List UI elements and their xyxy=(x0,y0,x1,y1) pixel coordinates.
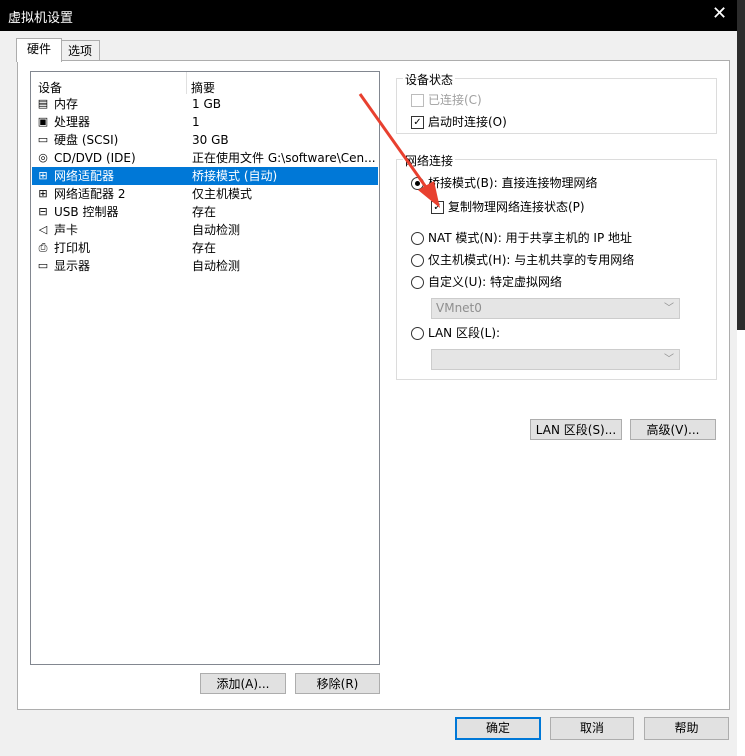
device-summary: 仅主机模式 xyxy=(192,187,253,201)
harddisk-icon: ▭ xyxy=(37,133,49,146)
processor-icon: ▣ xyxy=(37,115,49,128)
device-summary: 30 GB xyxy=(192,133,229,147)
remove-device-button[interactable]: 移除(R) xyxy=(295,673,380,694)
device-summary: 存在 xyxy=(192,241,217,255)
display-icon: ▭ xyxy=(37,259,49,272)
device-row[interactable]: ▣ 处理器 1 xyxy=(32,113,378,131)
device-row[interactable]: ◁ 声卡 自动检测 xyxy=(32,221,378,239)
connected-checkbox-box[interactable] xyxy=(411,94,424,107)
custom-network-select[interactable]: VMnet0 ﹀ xyxy=(431,298,680,319)
usb-icon: ⊟ xyxy=(38,205,48,218)
network-adapter-icon: ⊞ xyxy=(38,169,48,182)
device-summary: 桥接模式 (自动) xyxy=(192,169,278,183)
check-icon[interactable]: ✓ xyxy=(411,116,424,129)
lan-segment-select[interactable]: ﹀ xyxy=(431,349,680,370)
network-connection-group: 网络连接 桥接模式(B): 直接连接物理网络 ✓ 复制物理网络连接状态(P) N… xyxy=(396,152,717,380)
connect-on-start-label: 启动时连接(O) xyxy=(428,115,507,129)
network-adapter-icon: ⊞ xyxy=(38,187,48,200)
tab-hardware[interactable]: 硬件 xyxy=(16,38,62,62)
device-row[interactable]: ▭ 硬盘 (SCSI) 30 GB xyxy=(32,131,378,149)
hardware-panel: 设备 摘要 ▤ 内存 1 GB ▣ 处理器 1 ▭ 硬盘 (SCSI) 30 GB ◎ CD/DVD… xyxy=(17,60,730,710)
add-device-button[interactable]: 添加(A)... xyxy=(200,673,286,694)
device-name: 打印机 xyxy=(54,241,91,255)
device-name: 显示器 xyxy=(54,259,91,273)
device-status-group: 设备状态 已连接(C) ✓ 启动时连接(O) xyxy=(396,71,717,134)
lan-segment-label: LAN 区段(L): xyxy=(428,326,501,340)
ok-button[interactable]: 确定 xyxy=(455,717,541,740)
device-row[interactable]: ⎙ 打印机 存在 xyxy=(32,239,378,257)
device-name: 处理器 xyxy=(54,115,91,129)
device-row[interactable]: ⊞ 网络适配器 2 仅主机模式 xyxy=(32,185,378,203)
cancel-button[interactable]: 取消 xyxy=(550,717,634,740)
window-title: 虚拟机设置 xyxy=(8,11,74,26)
background-strip-lower xyxy=(737,330,745,756)
radio-selected-icon[interactable] xyxy=(411,177,424,190)
device-summary: 自动检测 xyxy=(192,223,241,237)
background-strip xyxy=(737,0,745,330)
column-separator[interactable] xyxy=(186,72,187,94)
check-icon[interactable]: ✓ xyxy=(431,201,444,214)
lan-segments-button[interactable]: LAN 区段(S)... xyxy=(530,419,622,440)
tab-options[interactable]: 选项 xyxy=(60,40,100,61)
device-summary: 正在使用文件 G:\software\Cen... xyxy=(192,151,376,165)
device-summary: 存在 xyxy=(192,205,217,219)
device-name: 内存 xyxy=(54,97,79,111)
device-summary: 1 xyxy=(192,115,200,129)
device-list[interactable]: 设备 摘要 ▤ 内存 1 GB ▣ 处理器 1 ▭ 硬盘 (SCSI) 30 GB ◎ CD/DVD… xyxy=(30,71,380,665)
host-only-label: 仅主机模式(H): 与主机共享的专用网络 xyxy=(428,253,635,267)
radio-icon[interactable] xyxy=(411,327,424,340)
device-list-header: 设备 摘要 xyxy=(31,72,379,96)
device-name: CD/DVD (IDE) xyxy=(54,151,136,165)
radio-icon[interactable] xyxy=(411,254,424,267)
device-row[interactable]: ⊞ 网络适配器 桥接模式 (自动) xyxy=(32,167,378,185)
device-summary: 1 GB xyxy=(192,97,221,111)
memory-icon: ▤ xyxy=(37,97,49,110)
device-name: 声卡 xyxy=(54,223,79,237)
summary-column-header[interactable]: 摘要 xyxy=(191,79,215,96)
device-row[interactable]: ▤ 内存 1 GB xyxy=(32,95,378,113)
chevron-down-icon: ﹀ xyxy=(664,354,674,365)
radio-icon[interactable] xyxy=(411,232,424,245)
radio-icon[interactable] xyxy=(411,276,424,289)
connected-label: 已连接(C) xyxy=(428,93,482,107)
cdrom-icon: ◎ xyxy=(38,151,48,164)
device-status-legend: 设备状态 xyxy=(403,71,456,88)
dialog-body: 硬件 选项 设备 摘要 ▤ 内存 1 GB ▣ 处理器 1 ▭ 硬盘 (SCSI) 30 GB ◎… xyxy=(0,31,737,756)
help-button[interactable]: 帮助 xyxy=(644,717,729,740)
device-column-header[interactable]: 设备 xyxy=(38,79,62,96)
nat-label: NAT 模式(N): 用于共享主机的 IP 地址 xyxy=(428,231,633,245)
device-summary: 自动检测 xyxy=(192,259,241,273)
bridged-label: 桥接模式(B): 直接连接物理网络 xyxy=(428,176,598,190)
network-connection-legend: 网络连接 xyxy=(403,152,456,169)
device-row[interactable]: ◎ CD/DVD (IDE) 正在使用文件 G:\software\Cen... xyxy=(32,149,378,167)
custom-label: 自定义(U): 特定虚拟网络 xyxy=(428,275,563,289)
device-name: 网络适配器 2 xyxy=(54,187,126,201)
device-name: 硬盘 (SCSI) xyxy=(54,133,119,147)
title-bar: 虚拟机设置 ✕ xyxy=(0,0,737,31)
replicate-state-label: 复制物理网络连接状态(P) xyxy=(448,200,585,214)
device-row[interactable]: ▭ 显示器 自动检测 xyxy=(32,257,378,275)
device-row[interactable]: ⊟ USB 控制器 存在 xyxy=(32,203,378,221)
device-name: 网络适配器 xyxy=(54,169,115,183)
printer-icon: ⎙ xyxy=(38,241,48,254)
device-name: USB 控制器 xyxy=(54,205,119,219)
chevron-down-icon: ﹀ xyxy=(664,303,674,314)
close-icon[interactable]: ✕ xyxy=(712,4,727,24)
sound-icon: ◁ xyxy=(38,223,48,236)
custom-network-value: VMnet0 xyxy=(436,301,482,315)
advanced-button[interactable]: 高级(V)... xyxy=(630,419,716,440)
